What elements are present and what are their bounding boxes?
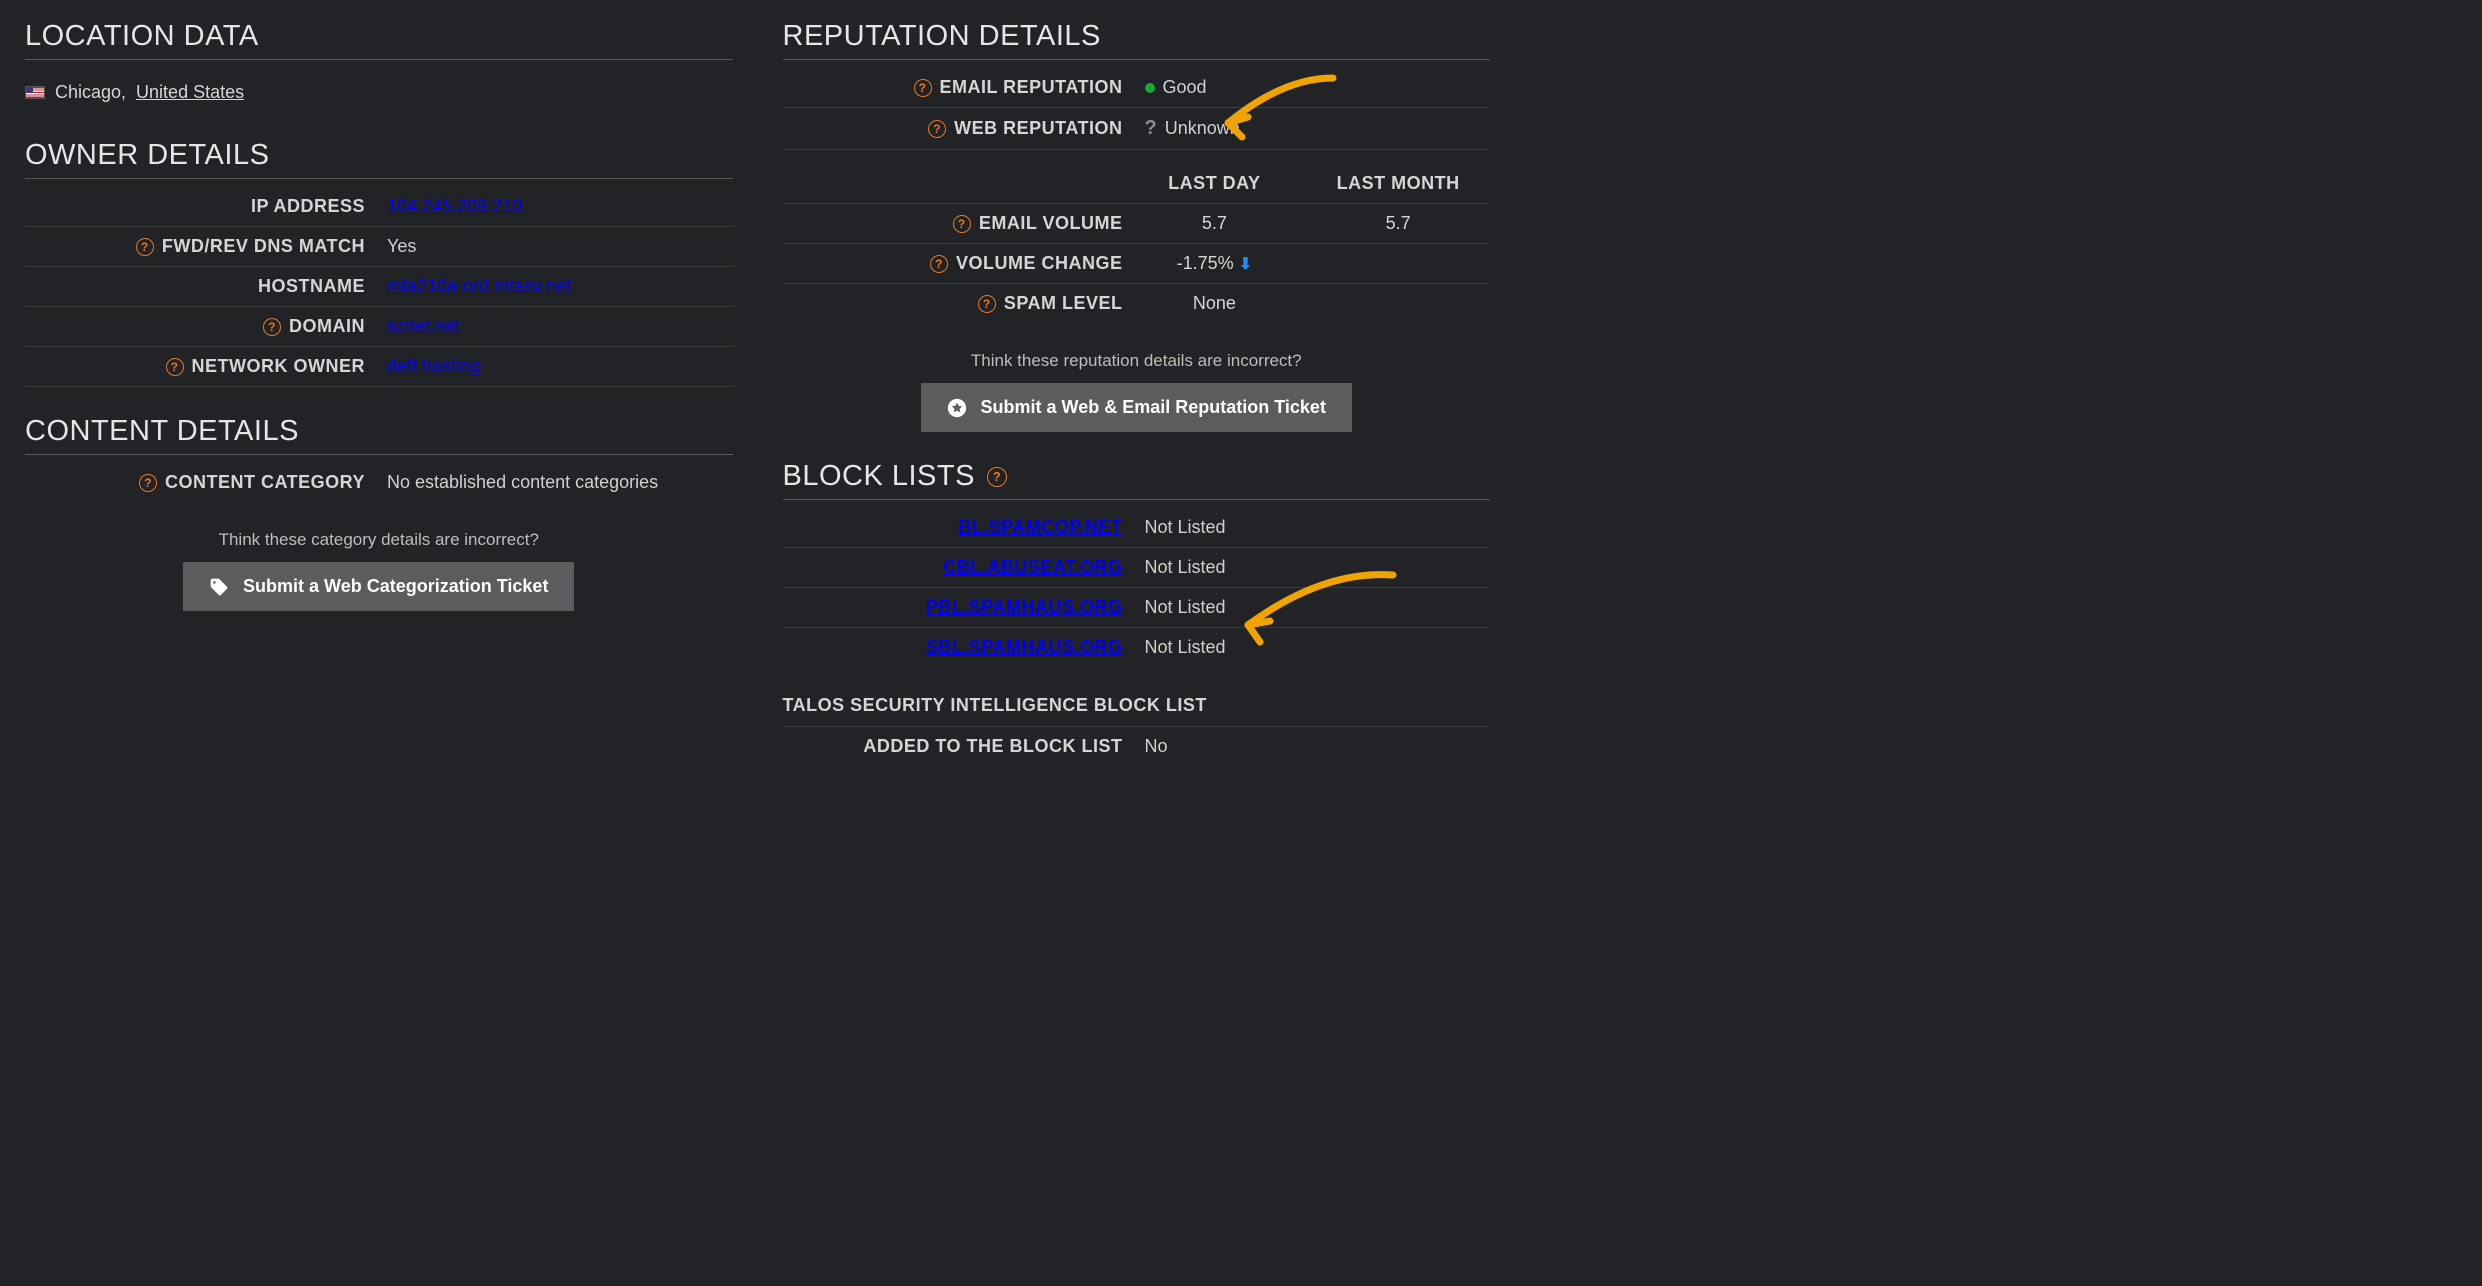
change-day: -1.75%: [1177, 253, 1234, 273]
row-content-cat: ? CONTENT CATEGORY No established content…: [25, 463, 733, 502]
host-link[interactable]: mta210a-ord.mtasv.net: [387, 276, 571, 297]
blocklist-status: Not Listed: [1145, 517, 1226, 538]
added-label: ADDED TO THE BLOCK LIST: [863, 736, 1122, 757]
blocklist-name-link[interactable]: CBL.ABUSEAT.ORG: [943, 557, 1122, 578]
content-heading: CONTENT DETAILS: [25, 415, 733, 455]
col-day: LAST DAY: [1123, 173, 1307, 194]
cat-val: No established content categories: [387, 472, 658, 493]
ip-label: IP ADDRESS: [251, 196, 365, 217]
web-rep-label: WEB REPUTATION: [954, 118, 1122, 139]
tag-icon: [209, 577, 229, 597]
blocklist-status: Not Listed: [1145, 597, 1226, 618]
row-dns: ? FWD/REV DNS MATCH Yes: [25, 227, 733, 267]
content-hint: Think these category details are incorre…: [25, 530, 733, 550]
help-icon[interactable]: ?: [139, 474, 157, 492]
vol-label: EMAIL VOLUME: [979, 213, 1123, 234]
blocklist-status: Not Listed: [1145, 557, 1226, 578]
ip-link[interactable]: 104.245.209.210: [387, 196, 522, 217]
netowner-label: NETWORK OWNER: [192, 356, 365, 377]
owner-heading: OWNER DETAILS: [25, 139, 733, 179]
reputation-hint: Think these reputation details are incor…: [783, 351, 1491, 371]
row-spam-level: ? SPAM LEVEL None: [783, 284, 1491, 323]
col-month: LAST MONTH: [1306, 173, 1490, 194]
location-country-link[interactable]: United States: [136, 82, 244, 103]
email-rep-val: Good: [1163, 77, 1207, 98]
dns-val: Yes: [387, 236, 416, 257]
submit-reputation-button[interactable]: Submit a Web & Email Reputation Ticket: [921, 383, 1352, 432]
added-val: No: [1145, 736, 1168, 757]
talos-heading: TALOS SECURITY INTELLIGENCE BLOCK LIST: [783, 677, 1491, 727]
block-heading-row: BLOCK LISTS ?: [783, 460, 1491, 500]
status-good-icon: [1145, 83, 1155, 93]
us-flag-icon: [25, 86, 45, 99]
row-added-blocklist: ADDED TO THE BLOCK LIST No: [783, 727, 1491, 766]
row-ip: IP ADDRESS 104.245.209.210: [25, 187, 733, 227]
cat-label: CONTENT CATEGORY: [165, 472, 365, 493]
blocklist-row: SBL.SPAMHAUS.ORG Not Listed: [783, 628, 1491, 667]
cat-button-label: Submit a Web Categorization Ticket: [243, 576, 548, 597]
domain-link[interactable]: scnet.net: [387, 316, 460, 337]
row-email-volume: ? EMAIL VOLUME 5.7 5.7: [783, 204, 1491, 244]
dns-label: FWD/REV DNS MATCH: [162, 236, 365, 257]
down-arrow-icon: ⬇: [1239, 256, 1252, 273]
help-icon[interactable]: ?: [263, 318, 281, 336]
rep-button-label: Submit a Web & Email Reputation Ticket: [981, 397, 1326, 418]
web-rep-val: Unknown: [1165, 118, 1240, 139]
row-volume-change: ? VOLUME CHANGE -1.75% ⬇: [783, 244, 1491, 284]
unknown-icon: ?: [1145, 117, 1157, 140]
spam-day: None: [1123, 293, 1307, 314]
reputation-heading: REPUTATION DETAILS: [783, 20, 1491, 60]
location-row: Chicago, United States: [25, 68, 733, 111]
blocklist-row: PBL.SPAMHAUS.ORG Not Listed: [783, 588, 1491, 628]
help-icon[interactable]: ?: [928, 120, 946, 138]
block-heading: BLOCK LISTS: [783, 460, 975, 493]
domain-label: DOMAIN: [289, 316, 365, 337]
email-rep-label: EMAIL REPUTATION: [940, 77, 1123, 98]
help-icon[interactable]: ?: [953, 215, 971, 233]
left-column: LOCATION DATA Chicago, United States OWN…: [25, 20, 733, 766]
row-web-rep: ? WEB REPUTATION ? Unknown: [783, 108, 1491, 150]
help-icon[interactable]: ?: [930, 255, 948, 273]
vol-day: 5.7: [1123, 213, 1307, 234]
netowner-link[interactable]: deft hosting: [387, 356, 480, 377]
row-email-rep: ? EMAIL REPUTATION Good: [783, 68, 1491, 108]
help-icon[interactable]: ?: [136, 238, 154, 256]
rep-columns-header: LAST DAY LAST MONTH: [783, 164, 1491, 204]
blocklist-name-link[interactable]: SBL.SPAMHAUS.ORG: [926, 637, 1123, 658]
blocklist-row: CBL.ABUSEAT.ORG Not Listed: [783, 548, 1491, 588]
row-host: HOSTNAME mta210a-ord.mtasv.net: [25, 267, 733, 307]
blocklist-status: Not Listed: [1145, 637, 1226, 658]
location-heading: LOCATION DATA: [25, 20, 733, 60]
spam-label: SPAM LEVEL: [1004, 293, 1123, 314]
help-icon[interactable]: ?: [914, 79, 932, 97]
location-city: Chicago,: [55, 82, 126, 103]
host-label: HOSTNAME: [258, 276, 365, 297]
vol-month: 5.7: [1306, 213, 1490, 234]
star-circle-icon: [947, 398, 967, 418]
submit-categorization-button[interactable]: Submit a Web Categorization Ticket: [183, 562, 574, 611]
blocklist-name-link[interactable]: PBL.SPAMHAUS.ORG: [926, 597, 1123, 618]
help-icon[interactable]: ?: [978, 295, 996, 313]
right-column: REPUTATION DETAILS ? EMAIL REPUTATION Goo…: [783, 20, 1491, 766]
help-icon[interactable]: ?: [987, 467, 1007, 487]
row-domain: ? DOMAIN scnet.net: [25, 307, 733, 347]
help-icon[interactable]: ?: [166, 358, 184, 376]
blocklist-row: BL.SPAMCOP.NET Not Listed: [783, 508, 1491, 548]
change-label: VOLUME CHANGE: [956, 253, 1123, 274]
row-netowner: ? NETWORK OWNER deft hosting: [25, 347, 733, 387]
blocklist-name-link[interactable]: BL.SPAMCOP.NET: [958, 517, 1122, 538]
